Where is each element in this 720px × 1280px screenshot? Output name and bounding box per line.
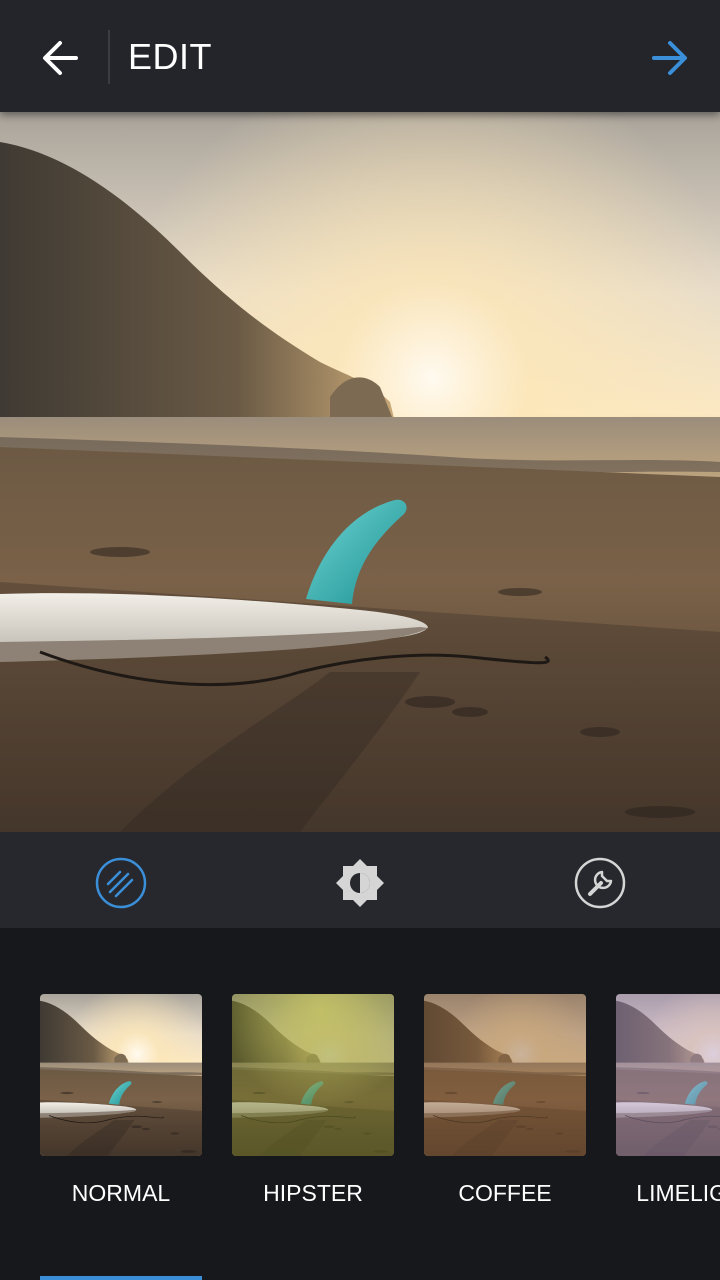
filter-thumbnail	[616, 994, 720, 1156]
photo-preview[interactable]	[0, 112, 720, 832]
tools-tool-button[interactable]	[573, 856, 627, 910]
filter-tool-button[interactable]	[94, 856, 148, 910]
arrow-right-icon	[652, 41, 687, 75]
filter-preview-hipster	[232, 994, 394, 1156]
filter-preview-coffee	[424, 994, 586, 1156]
back-button[interactable]	[30, 28, 90, 88]
arrow-left-icon	[43, 41, 78, 75]
filter-normal[interactable]: NORMAL	[40, 994, 202, 1206]
filter-thumbnail	[40, 994, 202, 1156]
filter-label: COFFEE	[458, 1180, 552, 1206]
filter-label: NORMAL	[71, 1180, 171, 1206]
filter-coffee[interactable]: COFFEE	[424, 994, 586, 1206]
top-bar: EDIT	[0, 0, 720, 112]
filter-label: HIPSTER	[263, 1180, 363, 1206]
filter-preview-normal	[40, 994, 202, 1156]
beach-photo	[0, 112, 720, 832]
filter-strip[interactable]: NORMAL HIPSTER COFFEE LIMELIG	[0, 928, 720, 1280]
lux-tool-button[interactable]	[333, 856, 387, 910]
filter-icon	[95, 857, 147, 909]
filter-thumbnail	[424, 994, 586, 1156]
header-divider	[108, 30, 110, 84]
filter-limelight[interactable]: LIMELIGHT	[616, 994, 720, 1206]
edit-tools-bar	[0, 832, 720, 928]
filter-label: LIMELIGHT	[636, 1180, 720, 1206]
filter-preview-limelight	[616, 994, 720, 1156]
filter-hipster[interactable]: HIPSTER	[232, 994, 394, 1206]
filter-thumbnail	[232, 994, 394, 1156]
wrench-icon	[574, 857, 626, 909]
next-button[interactable]	[640, 28, 700, 88]
selected-filter-indicator	[40, 1276, 202, 1280]
lux-icon	[336, 859, 384, 907]
page-title: EDIT	[128, 36, 213, 77]
